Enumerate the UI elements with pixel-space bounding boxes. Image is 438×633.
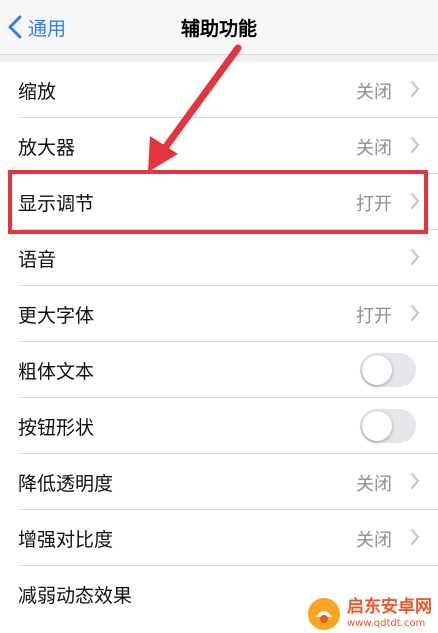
watermark-name: 启东安卓网 bbox=[347, 597, 432, 617]
row-magnifier[interactable]: 放大器 关闭 bbox=[0, 118, 438, 174]
navigation-bar: 通用 辅助功能 bbox=[0, 0, 438, 55]
row-label: 粗体文本 bbox=[18, 361, 95, 383]
row-label: 增强对比度 bbox=[18, 529, 114, 551]
watermark-url: www.qdtdt.com bbox=[347, 618, 426, 629]
row-value: 打开 bbox=[356, 194, 392, 215]
chevron-right-icon bbox=[410, 528, 420, 546]
chevron-right-icon bbox=[410, 472, 420, 490]
row-value: 关闭 bbox=[356, 474, 392, 495]
row-larger-text[interactable]: 更大字体 打开 bbox=[0, 286, 438, 342]
bold-text-toggle[interactable] bbox=[360, 353, 416, 387]
toggle-knob bbox=[362, 411, 392, 441]
chevron-right-icon bbox=[410, 136, 420, 154]
row-label: 减弱动态效果 bbox=[18, 585, 133, 607]
button-shapes-toggle[interactable] bbox=[360, 409, 416, 443]
watermark: 启东安卓网 www.qdtdt.com bbox=[307, 597, 432, 631]
row-label: 按钮形状 bbox=[18, 417, 95, 439]
row-reduce-transparency[interactable]: 降低透明度 关闭 bbox=[0, 454, 438, 510]
row-speech[interactable]: 语音 bbox=[0, 230, 438, 286]
row-label: 缩放 bbox=[18, 81, 57, 103]
row-label: 语音 bbox=[18, 249, 57, 271]
watermark-logo-icon bbox=[308, 598, 340, 630]
section-gap bbox=[0, 55, 438, 62]
row-zoom[interactable]: 缩放 关闭 bbox=[0, 62, 438, 118]
row-value: 关闭 bbox=[356, 82, 392, 103]
row-value: 关闭 bbox=[356, 138, 392, 159]
row-display-accommodations[interactable]: 显示调节 打开 bbox=[0, 174, 438, 230]
chevron-right-icon bbox=[410, 248, 420, 266]
row-button-shapes: 按钮形状 bbox=[0, 398, 438, 454]
row-label: 降低透明度 bbox=[18, 473, 114, 495]
settings-list: 缩放 关闭 放大器 关闭 显示调节 打开 语音 更大字体 打开 粗体文本 按钮形… bbox=[0, 62, 438, 622]
toggle-knob bbox=[362, 355, 392, 385]
row-label: 更大字体 bbox=[18, 305, 95, 327]
page-title: 辅助功能 bbox=[180, 18, 257, 40]
row-value: 关闭 bbox=[356, 530, 392, 551]
row-label: 放大器 bbox=[18, 137, 76, 159]
row-label: 显示调节 bbox=[18, 193, 95, 215]
row-value: 打开 bbox=[356, 306, 392, 327]
chevron-right-icon bbox=[410, 192, 420, 210]
chevron-right-icon bbox=[410, 304, 420, 322]
row-bold-text: 粗体文本 bbox=[0, 342, 438, 398]
row-increase-contrast[interactable]: 增强对比度 关闭 bbox=[0, 510, 438, 566]
chevron-right-icon bbox=[410, 80, 420, 98]
